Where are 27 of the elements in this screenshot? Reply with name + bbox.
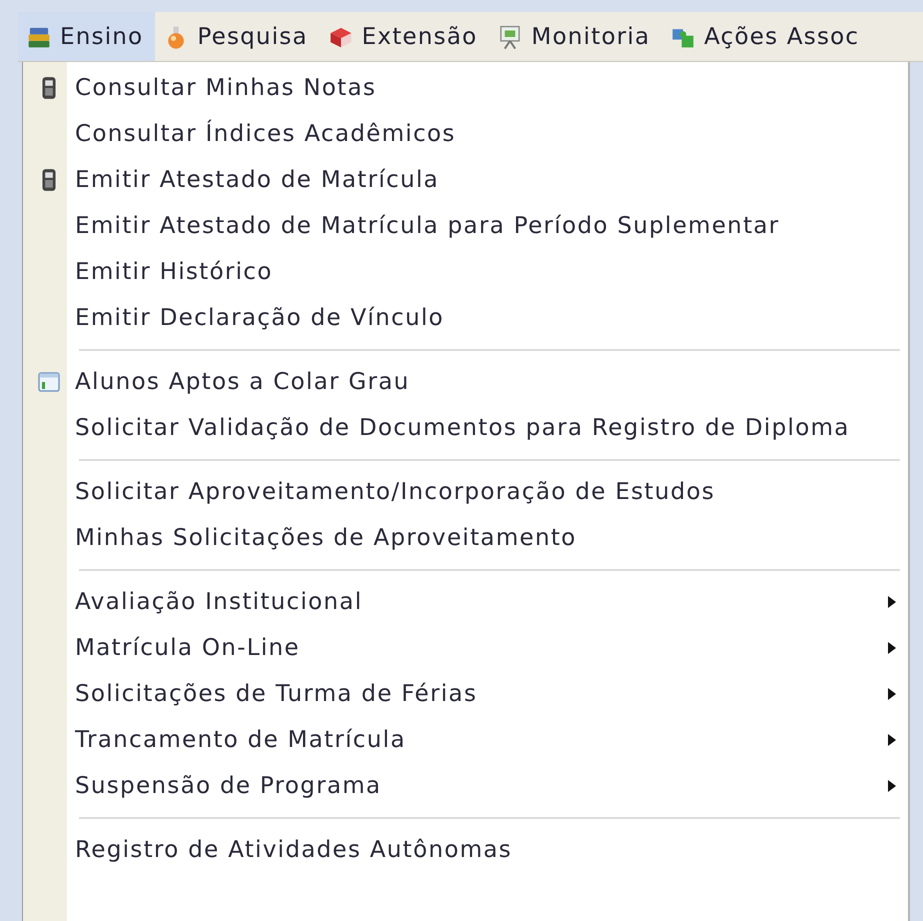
menu-item[interactable]: Emitir Atestado de Matrícula	[23, 157, 908, 203]
submenu-arrow-icon	[888, 642, 896, 654]
submenu-arrow-icon	[888, 780, 896, 792]
menu-item[interactable]: Registro de Atividades Autônomas	[23, 827, 908, 873]
submenu-arrow-icon	[888, 734, 896, 746]
menu-item[interactable]: Emitir Atestado de Matrícula para Período Suplementar	[23, 203, 908, 249]
menu-item[interactable]: Suspensão de Programa	[23, 763, 908, 809]
menu-item[interactable]: Solicitações de Turma de Férias	[23, 671, 908, 717]
submenu-arrow-icon	[888, 596, 896, 608]
menu-item[interactable]: Emitir Declaração de Vínculo	[23, 295, 908, 341]
menu-item[interactable]: Minhas Solicitações de Aproveitamento	[23, 515, 908, 561]
menu-tab[interactable]: Monitoria	[489, 12, 662, 61]
menu-item[interactable]: Consultar Índices Acadêmicos	[23, 111, 908, 157]
window-icon	[38, 371, 60, 393]
menu-tab[interactable]: Ações Assoc	[662, 12, 872, 61]
menu-item[interactable]: Alunos Aptos a Colar Grau	[23, 359, 908, 405]
menu-item[interactable]: Consultar Minhas Notas	[23, 65, 908, 111]
menu-item[interactable]: Solicitar Validação de Documentos para Registro de Diploma	[23, 405, 908, 451]
menu-item[interactable]: Solicitar Aproveitamento/Incorporação de Estudos	[23, 469, 908, 515]
menu-tab[interactable]: Ensino	[18, 12, 156, 61]
menu-tab[interactable]: Extensão	[320, 12, 490, 61]
menu-item[interactable]: Avaliação Institucional	[23, 579, 908, 625]
menu-tab[interactable]: Pesquisa	[155, 12, 320, 61]
submenu-arrow-icon	[888, 688, 896, 700]
menu-item[interactable]: Matrícula On-Line	[23, 625, 908, 671]
menu-item[interactable]: Emitir Histórico	[23, 249, 908, 295]
menu-item[interactable]: Trancamento de Matrícula	[23, 717, 908, 763]
